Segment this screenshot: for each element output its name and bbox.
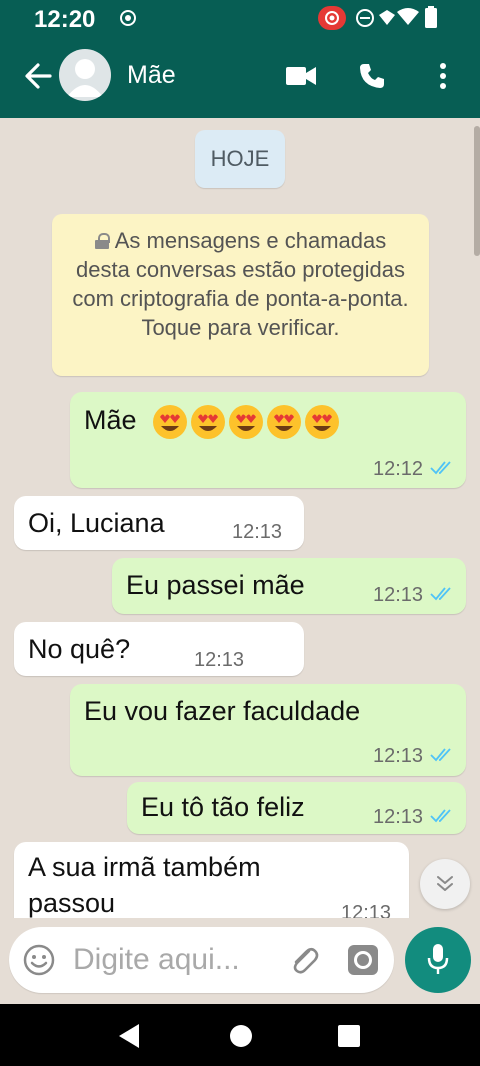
contact-name[interactable]: Mãe: [127, 61, 176, 90]
system-nav-bar: [0, 1004, 480, 1066]
composer-bar: [0, 918, 480, 1004]
nav-recents-icon[interactable]: [338, 1025, 360, 1047]
message-text-content: Mãe: [84, 405, 137, 436]
nav-home-icon[interactable]: [229, 1024, 253, 1048]
message-text: passou: [28, 888, 116, 918]
outgoing-message[interactable]: Eu tô tão feliz 12:13: [127, 782, 466, 834]
attachment-icon[interactable]: [287, 943, 321, 977]
camera-icon[interactable]: [347, 944, 379, 976]
message-text: Mãe: [84, 404, 340, 440]
status-bar: 12:20: [0, 0, 480, 36]
read-ticks-icon: [430, 587, 451, 601]
heart-eyes-emoji-icon: [305, 405, 340, 439]
video-call-icon[interactable]: [286, 65, 316, 87]
message-text: Eu passei mãe: [126, 570, 305, 600]
read-ticks-icon: [430, 461, 451, 475]
chat-area[interactable]: HOJE As mensagens e chamadas desta conve…: [0, 118, 480, 918]
avatar[interactable]: [59, 49, 111, 101]
message-text: Eu vou fazer faculdade: [84, 696, 361, 726]
message-time: 12:13: [373, 584, 424, 606]
phone-icon[interactable]: [358, 62, 386, 90]
back-arrow-icon[interactable]: [20, 58, 56, 94]
default-avatar-icon: [67, 59, 103, 97]
outgoing-message[interactable]: Mãe 12:12: [70, 392, 466, 488]
date-chip: HOJE: [195, 130, 285, 188]
sync-status-icon: [120, 10, 136, 26]
scrollbar[interactable]: [474, 126, 480, 256]
encryption-notice[interactable]: As mensagens e chamadas desta conversas …: [52, 214, 429, 376]
incoming-message[interactable]: A sua irmã também passou 12:13: [14, 842, 409, 918]
message-time: 12:12: [373, 458, 424, 480]
voice-message-button[interactable]: [405, 927, 471, 993]
heart-eyes-emoji-icon: [191, 405, 226, 439]
message-time: 12:13: [373, 806, 424, 828]
double-chevron-down-icon: [437, 876, 453, 891]
more-options-icon[interactable]: [438, 62, 448, 90]
heart-eyes-emoji-icon: [153, 405, 188, 439]
lock-icon: [94, 233, 110, 249]
message-time: 12:13: [232, 521, 283, 543]
heart-eyes-emoji-icon: [267, 405, 302, 439]
message-time: 12:13: [341, 902, 392, 918]
read-ticks-icon: [430, 748, 451, 762]
heart-eyes-emoji-icon: [229, 405, 264, 439]
outgoing-message[interactable]: Eu passei mãe 12:13: [112, 558, 466, 614]
screen-record-icon: [318, 6, 346, 30]
heart-eyes-emoji-row: [150, 404, 340, 440]
incoming-message[interactable]: Oi, Luciana 12:13: [14, 496, 304, 550]
message-time: 12:13: [373, 745, 424, 767]
read-ticks-icon: [430, 809, 451, 823]
message-input[interactable]: [73, 939, 283, 981]
message-text: No quê?: [28, 634, 131, 664]
signal-icon: [379, 10, 395, 25]
outgoing-message[interactable]: Eu vou fazer faculdade 12:13: [70, 684, 466, 776]
mic-icon: [427, 944, 449, 974]
message-input-container: [9, 927, 394, 993]
status-time: 12:20: [34, 6, 96, 33]
message-text: A sua irmã também: [28, 852, 261, 882]
incoming-message[interactable]: No quê? 12:13: [14, 622, 304, 676]
wifi-icon: [397, 8, 419, 25]
battery-icon: [425, 6, 437, 28]
nav-back-icon[interactable]: [117, 1023, 141, 1049]
scroll-to-bottom-button[interactable]: [420, 859, 470, 909]
message-time: 12:13: [194, 649, 245, 671]
message-text: Eu tô tão feliz: [141, 792, 305, 822]
message-text: Oi, Luciana: [28, 508, 165, 538]
chat-header: Mãe: [0, 36, 480, 118]
encryption-notice-text: As mensagens e chamadas desta conversas …: [72, 228, 409, 340]
emoji-icon[interactable]: [23, 944, 55, 976]
do-not-disturb-icon: [356, 9, 374, 27]
